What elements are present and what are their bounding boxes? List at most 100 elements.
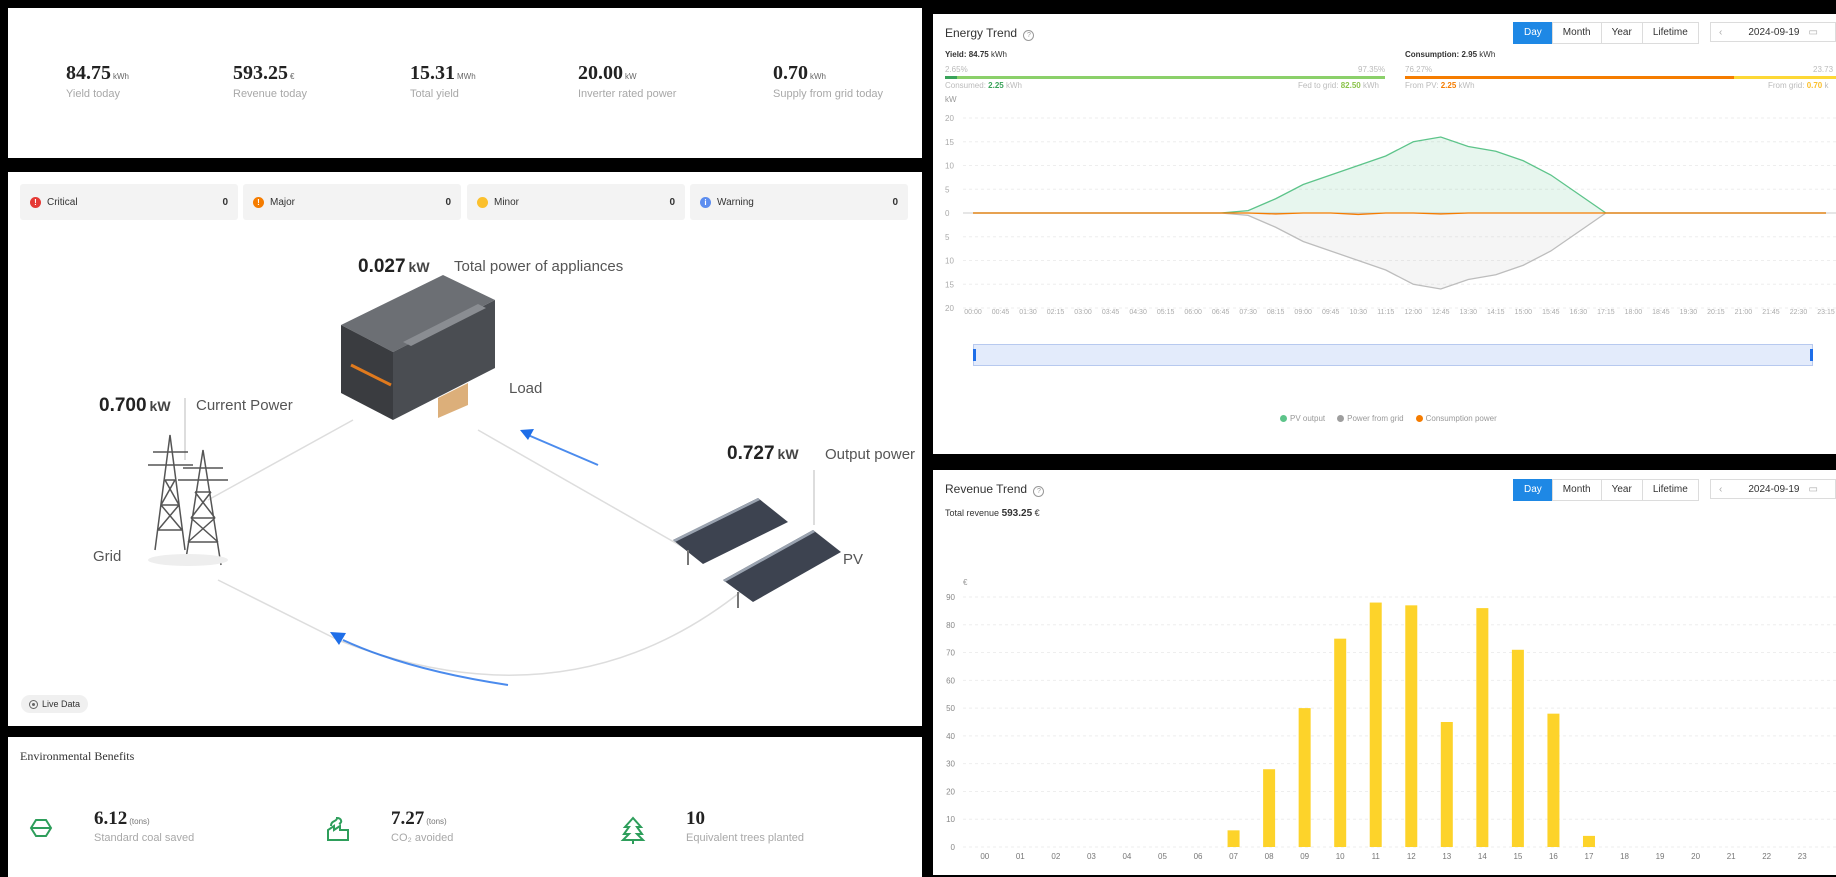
env-unit: (tons) [426,817,447,826]
grid-label: Grid [93,548,122,565]
tab-day[interactable]: Day [1513,479,1553,501]
revenue-period-tabs: Day Month Year Lifetime [1513,479,1699,501]
x-tick-label: 09:45 [1322,309,1340,316]
x-tick-label: 21:45 [1762,309,1780,316]
help-icon[interactable]: ? [1033,486,1045,497]
legend-item[interactable]: Power from grid [1337,414,1404,423]
calendar-icon[interactable]: ▭ [1809,484,1818,495]
energy-date-picker[interactable]: ‹ 2024-09-19 ▭ [1710,22,1836,42]
factory-icon [325,816,351,847]
revenue-bar[interactable] [1440,722,1453,847]
x-tick-label: 03:45 [1102,309,1120,316]
help-icon[interactable]: ? [1023,30,1035,41]
kpi-label: Yield today [66,88,121,100]
pv-load-line [477,429,689,551]
tab-lifetime[interactable]: Lifetime [1641,479,1699,501]
x-tick-label: 22:30 [1790,309,1808,316]
yield-summary: Yield: 84.75 kWh [945,50,1007,59]
env-panel [8,737,922,877]
legend-item[interactable]: Consumption power [1415,414,1497,423]
x-tick-label: 15:00 [1515,309,1533,316]
tab-lifetime[interactable]: Lifetime [1641,22,1699,44]
y-tick-label: 20 [945,304,954,313]
revenue-bar[interactable] [1547,713,1560,847]
x-tick-label: 16 [1549,852,1558,861]
x-tick-label: 01 [1016,852,1025,861]
energy-flow-diagram [148,275,841,686]
x-tick-label: 04:30 [1129,309,1147,316]
x-tick-label: 11 [1372,852,1381,861]
time-range-slider[interactable] [973,344,1813,366]
x-tick-label: 14 [1478,852,1487,861]
grid-power-label: Current Power [196,397,293,414]
tab-year[interactable]: Year [1600,22,1643,44]
kpi-value: 0.70 [773,62,808,84]
x-tick-label: 18 [1620,852,1629,861]
y-tick-label: 70 [946,649,955,658]
alarm-warning[interactable]: i Warning 0 [690,184,908,220]
alarm-minor[interactable]: Minor 0 [467,184,685,220]
alarm-critical[interactable]: ! Critical 0 [20,184,238,220]
y-tick-label: 90 [946,593,955,602]
revenue-bar[interactable] [1334,638,1347,847]
revenue-bar[interactable] [1227,830,1240,847]
pv-power-value: 0.727 kW [727,443,799,464]
total-revenue: Total revenue 593.25 € [945,508,1040,519]
revenue-date-picker[interactable]: ‹ 2024-09-19 ▭ [1710,479,1836,499]
kpi-2: 593.25 € Revenue today [233,62,307,100]
kpi-label: Revenue today [233,88,307,100]
y-tick-label: 15 [945,138,954,147]
fed-summary: Fed to grid: 82.50 kWh [1298,81,1379,90]
revenue-bar[interactable] [1582,835,1595,847]
slider-right-handle[interactable] [1810,349,1813,361]
y-tick-label: 5 [945,185,950,194]
live-data-label: Live Data [42,699,81,709]
legend-label: Power from grid [1347,414,1404,423]
energy-period-tabs: Day Month Year Lifetime [1513,22,1699,44]
kpi-unit: kW [625,72,637,81]
alarm-label: Minor [494,196,520,208]
x-tick-label: 18:00 [1625,309,1643,316]
live-dot-icon [29,700,38,710]
env-label: Standard coal saved [94,832,195,844]
tab-month[interactable]: Month [1551,479,1602,501]
x-tick-label: 21 [1727,852,1736,861]
grid-tower-icon [148,434,228,566]
energy-date-value: 2024-09-19 [1748,26,1800,38]
revenue-bar[interactable] [1369,602,1382,847]
grid-load-line [207,419,354,501]
revenue-date-value: 2024-09-19 [1748,483,1800,495]
revenue-bar[interactable] [1298,708,1311,847]
kpi-5: 0.70 kWh Supply from grid today [773,62,883,100]
y-tick-label: 20 [945,114,954,123]
revenue-bar[interactable] [1511,649,1524,847]
prev-date-icon[interactable]: ‹ [1711,27,1730,38]
alarm-major[interactable]: ! Major 0 [243,184,461,220]
prev-date-icon[interactable]: ‹ [1711,484,1730,495]
y-tick-label: 30 [946,760,955,769]
cons-pct-left: 76.27% [1405,65,1433,74]
calendar-icon[interactable]: ▭ [1809,27,1818,38]
revenue-trend-chart: 0 10 20 30 40 50 60 70 80 90 00 01 02 03 04 05 06 07 08 09 1… [946,593,1836,861]
tab-year[interactable]: Year [1600,479,1643,501]
x-tick-label: 05 [1158,852,1167,861]
legend-item[interactable]: PV output [1280,414,1325,423]
revenue-bar[interactable] [1263,769,1276,847]
coal-icon [28,816,54,845]
kpi-value: 15.31 [410,62,455,84]
consumed-summary: Consumed: 2.25 kWh [945,81,1022,90]
y-tick-label: 5 [945,233,950,242]
kpi-unit: kWh [810,72,826,81]
live-data-toggle[interactable]: Live Data [21,695,89,713]
x-tick-label: 15:45 [1542,309,1560,316]
revenue-bar[interactable] [1405,605,1418,847]
x-tick-label: 00 [980,852,989,861]
slider-left-handle[interactable] [973,349,976,361]
tab-month[interactable]: Month [1551,22,1602,44]
tab-day[interactable]: Day [1513,22,1553,44]
revenue-bar[interactable] [1476,608,1489,847]
x-tick-label: 08 [1265,852,1274,861]
y-tick-label: 60 [946,676,955,685]
x-tick-label: 03 [1087,852,1096,861]
grid-power-value: 0.700 kW [99,395,171,416]
